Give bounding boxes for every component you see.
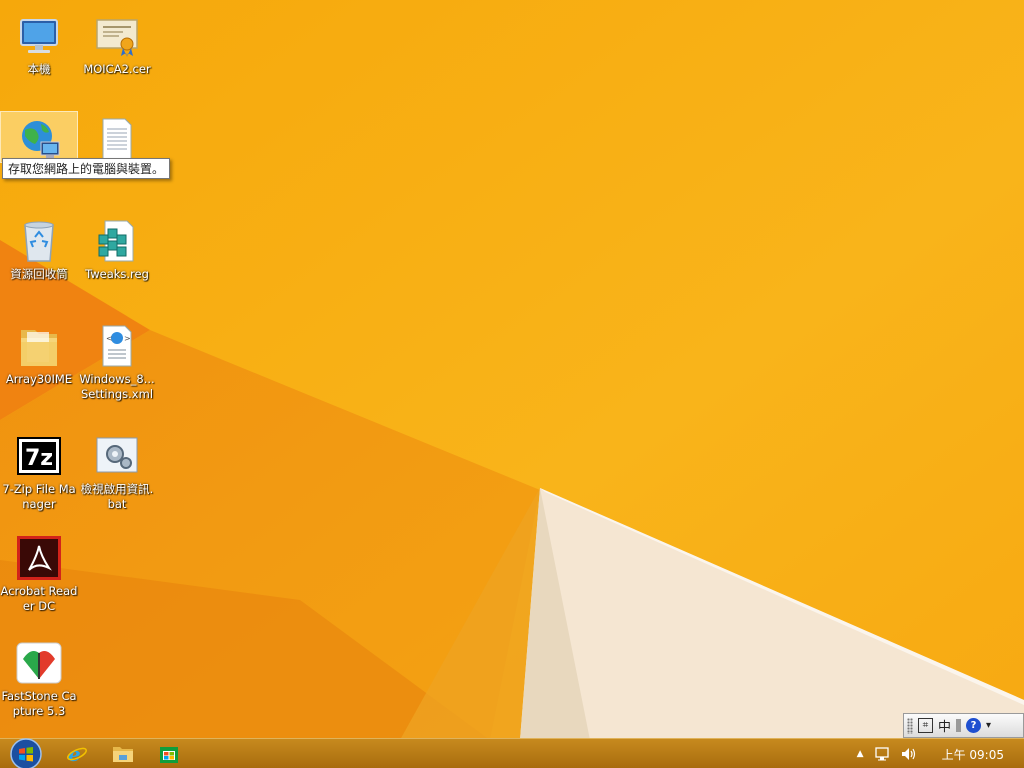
faststone-icon <box>15 639 63 687</box>
store-icon <box>160 747 178 763</box>
desktop-icon-array30ime[interactable]: Array30IME <box>0 318 78 387</box>
start-button[interactable] <box>7 738 45 768</box>
svg-text:>: > <box>124 334 131 343</box>
ime-language-bar[interactable]: ⌗ 中 ? ▾ <box>903 713 1024 738</box>
taskbar: e ▲ 上午 09:05 <box>0 738 1024 768</box>
registry-file-icon <box>93 217 141 265</box>
taskbar-internet-explorer[interactable]: e <box>57 741 97 767</box>
show-hidden-icons-chevron-icon[interactable]: ▲ <box>857 749 864 759</box>
batch-file-icon <box>93 432 141 480</box>
desktop-icon-text-file[interactable] <box>78 111 156 165</box>
internet-explorer-icon: e <box>67 743 87 765</box>
7zip-icon: 7z <box>15 432 63 480</box>
acrobat-icon <box>15 534 63 582</box>
desktop-icon-7zip[interactable]: 7z 7-Zip File Manager <box>0 428 78 512</box>
icon-label: 資源回收筒 <box>10 267 68 281</box>
icon-label: 7-Zip File Manager <box>2 482 76 511</box>
recycle-bin-icon <box>15 217 63 265</box>
ime-chinese-mode[interactable]: 中 <box>938 716 951 735</box>
taskbar-file-explorer[interactable] <box>103 741 143 767</box>
icon-label: 檢視啟用資訊.bat <box>80 482 154 511</box>
icon-label: 本機 <box>27 62 51 76</box>
drag-grip-icon[interactable] <box>907 717 913 734</box>
icon-label: Acrobat Reader DC <box>0 584 78 613</box>
icon-label: Tweaks.reg <box>85 267 149 281</box>
text-file-icon <box>93 115 141 163</box>
icon-label: Windows_8... Settings.xml <box>79 372 155 401</box>
desktop-icon-network[interactable] <box>0 111 78 163</box>
ime-options-chevron-icon[interactable]: ▾ <box>986 720 991 731</box>
desktop-icon-faststone-capture[interactable]: FastStone Capture 5.3 <box>0 635 78 719</box>
desktop-icon-windows-settings-xml[interactable]: < > Windows_8... Settings.xml <box>78 318 156 402</box>
network-status-icon[interactable] <box>874 746 890 762</box>
xml-file-icon: < > <box>93 322 141 370</box>
taskbar-store[interactable] <box>149 741 189 767</box>
svg-text:<: < <box>106 334 113 343</box>
icon-label: Array30IME <box>5 372 73 386</box>
ime-half-width-icon[interactable] <box>956 719 962 732</box>
clock[interactable]: 上午 09:05 <box>942 746 1004 763</box>
network-tooltip: 存取您網路上的電腦與裝置。 <box>2 158 171 179</box>
notification-area: ▲ 上午 09:05 <box>857 739 1024 768</box>
volume-icon[interactable] <box>900 746 918 762</box>
desktop-icon-this-pc[interactable]: 本機 <box>0 8 78 77</box>
icon-label: FastStone Capture 5.3 <box>1 689 77 718</box>
this-pc-icon <box>15 12 63 60</box>
network-icon <box>15 116 63 164</box>
certificate-icon <box>93 12 141 60</box>
folder-icon <box>15 322 63 370</box>
svg-text:7z: 7z <box>25 446 53 471</box>
desktop-icon-acrobat-reader[interactable]: Acrobat Reader DC <box>0 530 78 614</box>
desktop-icon-recycle-bin[interactable]: 資源回收筒 <box>0 213 78 282</box>
desktop-icon-tweaks-reg[interactable]: Tweaks.reg <box>78 213 156 282</box>
icon-label: MOICA2.cer <box>83 62 151 76</box>
desktop-icon-batch-file[interactable]: 檢視啟用資訊.bat <box>78 428 156 512</box>
windows-logo-icon <box>10 738 42 768</box>
desktop-icon-moica2-cer[interactable]: MOICA2.cer <box>78 8 156 77</box>
help-icon[interactable]: ? <box>966 718 982 733</box>
file-explorer-icon <box>113 747 133 762</box>
ime-input-mode-icon[interactable]: ⌗ <box>918 718 933 733</box>
